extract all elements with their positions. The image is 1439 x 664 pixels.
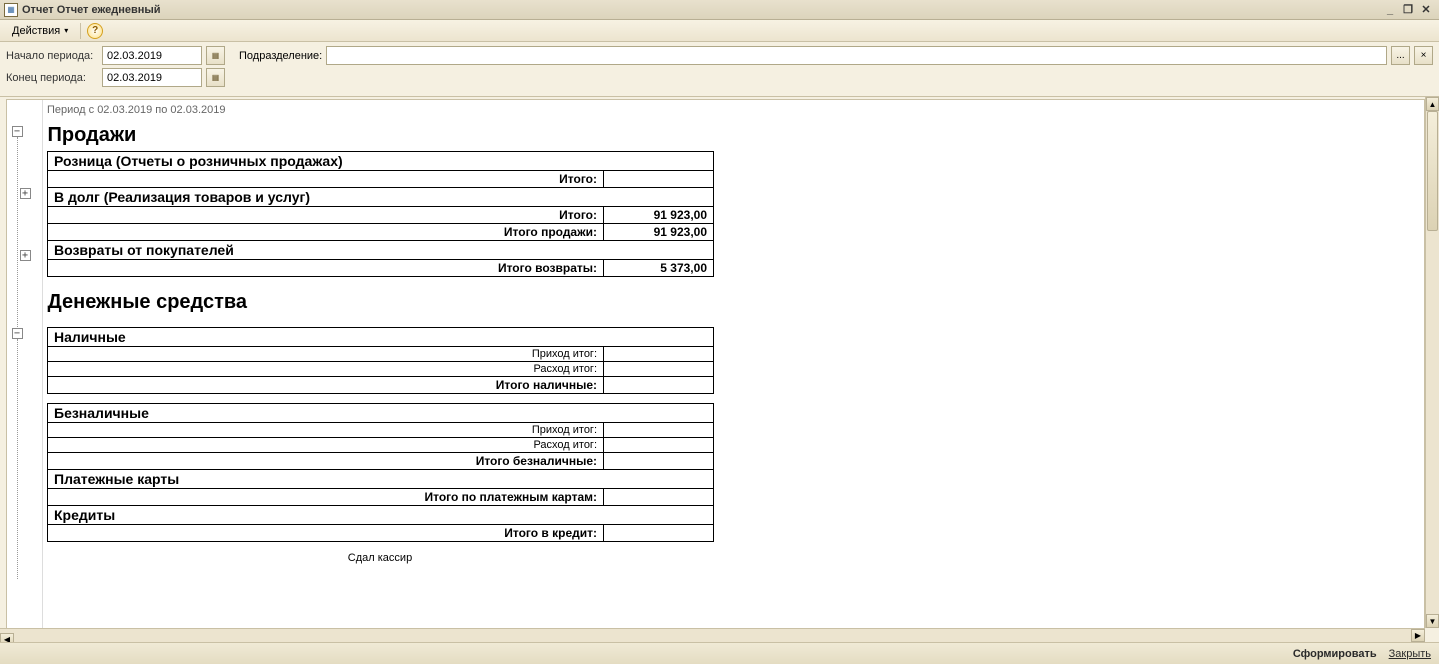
- scroll-thumb[interactable]: [1427, 111, 1438, 231]
- cards-header: Платежные карты: [48, 470, 714, 489]
- retail-total-label: Итого:: [48, 171, 604, 188]
- cash-income-label: Приход итог:: [48, 347, 604, 362]
- scroll-up-icon[interactable]: ▲: [1426, 97, 1439, 111]
- noncash-income-label: Приход итог:: [48, 423, 604, 438]
- signature-text: Сдал кассир: [47, 542, 713, 564]
- noncash-total-label: Итого безналичные:: [48, 453, 604, 470]
- filter-panel: Начало периода: ▦ Подразделение: ... × К…: [0, 42, 1439, 97]
- returns-total-value: 5 373,00: [604, 260, 714, 277]
- noncash-income-value: [604, 423, 714, 438]
- horizontal-scrollbar[interactable]: ◀ ▶: [0, 628, 1425, 642]
- sales-header: Продажи: [48, 120, 714, 152]
- retail-total-value: [604, 171, 714, 188]
- minimize-button[interactable]: _: [1381, 3, 1399, 17]
- cash-header: Наличные: [48, 328, 714, 347]
- actions-menu[interactable]: Действия: [6, 23, 74, 39]
- end-period-input[interactable]: [102, 68, 202, 87]
- report-body: Период с 02.03.2019 по 02.03.2019 Продаж…: [43, 100, 1424, 639]
- department-input[interactable]: [326, 46, 1387, 65]
- cash-expense-value: [604, 362, 714, 377]
- toolbar: Действия ?: [0, 20, 1439, 42]
- department-label: Подразделение:: [239, 50, 322, 62]
- collapse-sales-icon[interactable]: −: [12, 126, 23, 137]
- returns-header: Возвраты от покупателей: [48, 241, 714, 260]
- noncash-header: Безналичные: [48, 404, 714, 423]
- cash-income-value: [604, 347, 714, 362]
- noncash-expense-label: Расход итог:: [48, 438, 604, 453]
- content-area: − + + − Период с 02.03.2019 по 02.03.201…: [0, 97, 1439, 642]
- generate-button[interactable]: Сформировать: [1293, 648, 1377, 660]
- app-icon: ▦: [4, 3, 18, 17]
- sales-total-label: Итого продажи:: [48, 224, 604, 241]
- noncash-expense-value: [604, 438, 714, 453]
- debt-total-label: Итого:: [48, 207, 604, 224]
- help-icon[interactable]: ?: [87, 23, 103, 39]
- outline-gutter: − + + −: [7, 100, 43, 639]
- close-window-button[interactable]: ✕: [1417, 3, 1435, 17]
- vertical-scrollbar[interactable]: ▲ ▼: [1425, 97, 1439, 628]
- report-table: Продажи Розница (Отчеты о розничных прод…: [47, 120, 714, 542]
- titlebar: ▦ Отчет Отчет ежедневный _ ❐ ✕: [0, 0, 1439, 20]
- start-period-label: Начало периода:: [6, 50, 98, 62]
- retail-header: Розница (Отчеты о розничных продажах): [48, 152, 714, 171]
- sales-total-value: 91 923,00: [604, 224, 714, 241]
- close-button[interactable]: Закрыть: [1389, 648, 1431, 660]
- department-clear-button[interactable]: ×: [1414, 46, 1433, 65]
- end-period-calendar-button[interactable]: ▦: [206, 68, 225, 87]
- credits-total-label: Итого в кредит:: [48, 525, 604, 542]
- debt-total-value: 91 923,00: [604, 207, 714, 224]
- scroll-down-icon[interactable]: ▼: [1426, 614, 1439, 628]
- end-period-label: Конец периода:: [6, 72, 98, 84]
- expand-debt-icon[interactable]: +: [20, 188, 31, 199]
- department-select-button[interactable]: ...: [1391, 46, 1410, 65]
- scroll-right-icon[interactable]: ▶: [1411, 629, 1425, 642]
- report-container: − + + − Период с 02.03.2019 по 02.03.201…: [6, 99, 1425, 640]
- collapse-money-icon[interactable]: −: [12, 328, 23, 339]
- returns-total-label: Итого возвраты:: [48, 260, 604, 277]
- expand-returns-icon[interactable]: +: [20, 250, 31, 261]
- start-period-input[interactable]: [102, 46, 202, 65]
- window-title: Отчет Отчет ежедневный: [22, 4, 161, 16]
- cash-total-value: [604, 377, 714, 394]
- credits-total-value: [604, 525, 714, 542]
- period-text: Период с 02.03.2019 по 02.03.2019: [47, 104, 1420, 116]
- cards-total-label: Итого по платежным картам:: [48, 489, 604, 506]
- cash-total-label: Итого наличные:: [48, 377, 604, 394]
- scroll-left-icon[interactable]: ◀: [0, 633, 14, 642]
- restore-button[interactable]: ❐: [1399, 3, 1417, 17]
- credits-header: Кредиты: [48, 506, 714, 525]
- cards-total-value: [604, 489, 714, 506]
- start-period-calendar-button[interactable]: ▦: [206, 46, 225, 65]
- footer-bar: Сформировать Закрыть: [0, 642, 1439, 664]
- cash-expense-label: Расход итог:: [48, 362, 604, 377]
- debt-header: В долг (Реализация товаров и услуг): [48, 188, 714, 207]
- money-header: Денежные средства: [48, 287, 714, 318]
- noncash-total-value: [604, 453, 714, 470]
